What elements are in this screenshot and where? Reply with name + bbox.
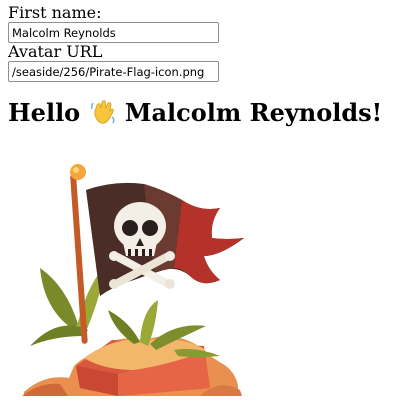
avatar-image <box>14 160 258 400</box>
waving-hand-icon <box>90 100 115 124</box>
greeting-heading: Hello Malcolm Reynolds! <box>8 98 406 128</box>
avatar-url-label: Avatar URL <box>8 42 103 61</box>
greeting-name: Malcolm Reynolds <box>124 98 372 127</box>
avatar-url-input[interactable] <box>8 61 219 82</box>
first-name-label: First name: <box>8 3 102 22</box>
pirate-flag-icon <box>22 164 244 396</box>
greeting-suffix: ! <box>371 98 383 127</box>
first-name-input[interactable] <box>8 22 219 43</box>
greeting-prefix: Hello <box>8 98 81 127</box>
profile-form: First name: Avatar URL Hello Malcolm Rey… <box>0 0 414 128</box>
